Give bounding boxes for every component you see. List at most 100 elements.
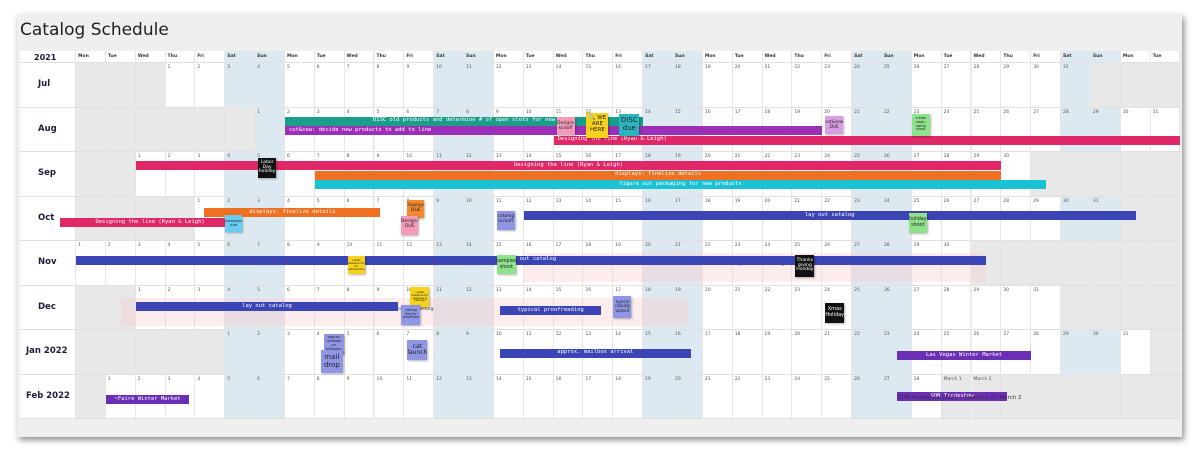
- timeline-bar[interactable]: lay out catalog: [76, 255, 987, 265]
- day-cell[interactable]: [135, 63, 166, 108]
- day-cell[interactable]: [76, 152, 106, 197]
- day-number: 16: [675, 332, 681, 337]
- day-cell[interactable]: [76, 63, 106, 108]
- sticky-note[interactable]: catalog kickoff: [496, 210, 515, 230]
- day-cell[interactable]: [105, 330, 136, 375]
- month-label: Aug: [38, 123, 57, 134]
- sticky-note[interactable]: create deadline for ad submissions: [347, 256, 365, 274]
- timeline-bar[interactable]: ~Faire Winter Market: [105, 394, 190, 404]
- day-cell[interactable]: [1090, 152, 1121, 197]
- day-cell[interactable]: [105, 63, 136, 108]
- timeline-bar[interactable]: Las Vegas Winter Market: [896, 351, 1032, 361]
- timeline-bar[interactable]: Designing the line (Ryan & Leigh): [60, 217, 241, 227]
- day-cell[interactable]: [1120, 285, 1151, 330]
- day-number: 23: [734, 243, 741, 248]
- sticky-note[interactable]: Labor Day holiday: [258, 158, 277, 178]
- day-cell[interactable]: [1150, 63, 1181, 108]
- day-number: 18: [764, 109, 771, 115]
- sticky-note[interactable]: cut&sew DUE: [825, 115, 844, 134]
- day-cell[interactable]: [135, 330, 166, 375]
- day-number: 22: [794, 65, 801, 70]
- day-cell[interactable]: [1120, 152, 1151, 197]
- day-cell[interactable]: [1120, 374, 1151, 419]
- day-cell[interactable]: [76, 330, 106, 375]
- day-number: 14: [555, 65, 562, 70]
- day-cell[interactable]: [1061, 241, 1091, 286]
- sticky-note[interactable]: catalog files for proofread: [401, 304, 421, 325]
- sticky-note[interactable]: mail drop: [320, 350, 343, 373]
- sticky-note[interactable]: DISC due: [619, 113, 640, 136]
- day-cell[interactable]: [76, 374, 106, 419]
- day-cell[interactable]: [195, 330, 226, 375]
- day-cell[interactable]: [225, 107, 256, 152]
- day-cell[interactable]: [1090, 285, 1121, 330]
- day-cell[interactable]: [1150, 196, 1181, 241]
- weekday-header: Mon: [78, 54, 89, 59]
- day-cell[interactable]: [135, 107, 166, 152]
- timeline-bar[interactable]: Designing the line (Ryan & Leigh): [553, 135, 1180, 145]
- sticky-note[interactable]: 🔍 WE ARE HERE: [586, 112, 609, 138]
- day-number: 10: [436, 65, 442, 70]
- timeline-bar[interactable]: figure out packaging for new products: [314, 180, 1047, 189]
- day-number: 3: [197, 154, 201, 159]
- day-number: 16: [704, 109, 711, 115]
- timeline-bar[interactable]: typical proofreading: [499, 305, 602, 315]
- day-cell[interactable]: [1061, 152, 1091, 197]
- day-cell[interactable]: [1090, 241, 1121, 286]
- day-number: 15: [675, 109, 681, 115]
- day-number: 19: [794, 109, 801, 115]
- timeline-bar[interactable]: lay out catalog: [523, 211, 1136, 221]
- day-cell[interactable]: [1031, 374, 1062, 419]
- weekday-header: Sat: [227, 54, 236, 59]
- day-cell[interactable]: [165, 330, 196, 375]
- day-cell[interactable]: [1150, 285, 1181, 330]
- day-number: 12: [495, 65, 502, 70]
- day-cell[interactable]: [1150, 374, 1181, 419]
- day-number: 21: [704, 376, 711, 382]
- day-cell[interactable]: [76, 107, 106, 152]
- weekday-header: Tue: [316, 54, 326, 59]
- day-cell[interactable]: [105, 152, 136, 197]
- day-cell[interactable]: [165, 107, 196, 152]
- day-cell[interactable]: [1090, 63, 1121, 108]
- timeline-bar[interactable]: cut&sew: decide new products to add to l…: [284, 126, 823, 135]
- sticky-note[interactable]: samples shoot: [496, 255, 516, 274]
- sticky-note[interactable]: create deadline for samples & catalogs: [410, 286, 430, 307]
- timeline-bar[interactable]: lay out catalog: [135, 302, 399, 312]
- day-cell[interactable]: [76, 285, 106, 330]
- day-number: 15: [555, 287, 562, 293]
- sticky-note[interactable]: cat launch: [407, 340, 428, 360]
- sticky-note[interactable]: Designs DUE: [401, 215, 419, 235]
- day-number: 29: [1003, 65, 1010, 70]
- day-cell[interactable]: [1150, 241, 1181, 286]
- day-cell[interactable]: [195, 107, 226, 152]
- sticky-note[interactable]: Thanks giving Holiday: [795, 255, 815, 277]
- day-cell[interactable]: [1061, 374, 1091, 419]
- day-cell[interactable]: [1120, 63, 1151, 108]
- day-number: 30: [1003, 154, 1010, 159]
- day-number: 19: [675, 154, 681, 159]
- sticky-note[interactable]: packaging due: [225, 214, 243, 232]
- day-cell[interactable]: [1031, 241, 1062, 286]
- sticky-note[interactable]: Designs kickoff: [556, 116, 575, 135]
- day-cell[interactable]: [105, 107, 136, 152]
- day-cell[interactable]: [1150, 330, 1181, 375]
- day-number: 29: [913, 243, 920, 248]
- day-cell[interactable]: [1001, 241, 1032, 286]
- sticky-note[interactable]: holiday shoot: [908, 212, 927, 233]
- day-cell[interactable]: [1150, 152, 1181, 197]
- day-cell[interactable]: [1061, 285, 1091, 330]
- sticky-note[interactable]: create basic swing shoot: [911, 113, 930, 136]
- sticky-note[interactable]: Xmas Holiday: [825, 302, 845, 323]
- day-number: 25: [824, 376, 830, 382]
- day-number: 27: [854, 243, 860, 248]
- day-cell[interactable]: [1120, 241, 1151, 286]
- sticky-note[interactable]: typical catalog upload: [613, 295, 632, 318]
- day-number: 7: [316, 287, 320, 293]
- timeline-bar[interactable]: displays: finalize details: [314, 170, 1002, 180]
- day-cell[interactable]: [1031, 152, 1062, 197]
- weekday-header: Sat: [645, 54, 654, 59]
- timeline-bar[interactable]: approx. mailbox arrival: [499, 348, 691, 358]
- day-cell[interactable]: [1090, 374, 1121, 419]
- weekday-header: Mon: [286, 54, 298, 59]
